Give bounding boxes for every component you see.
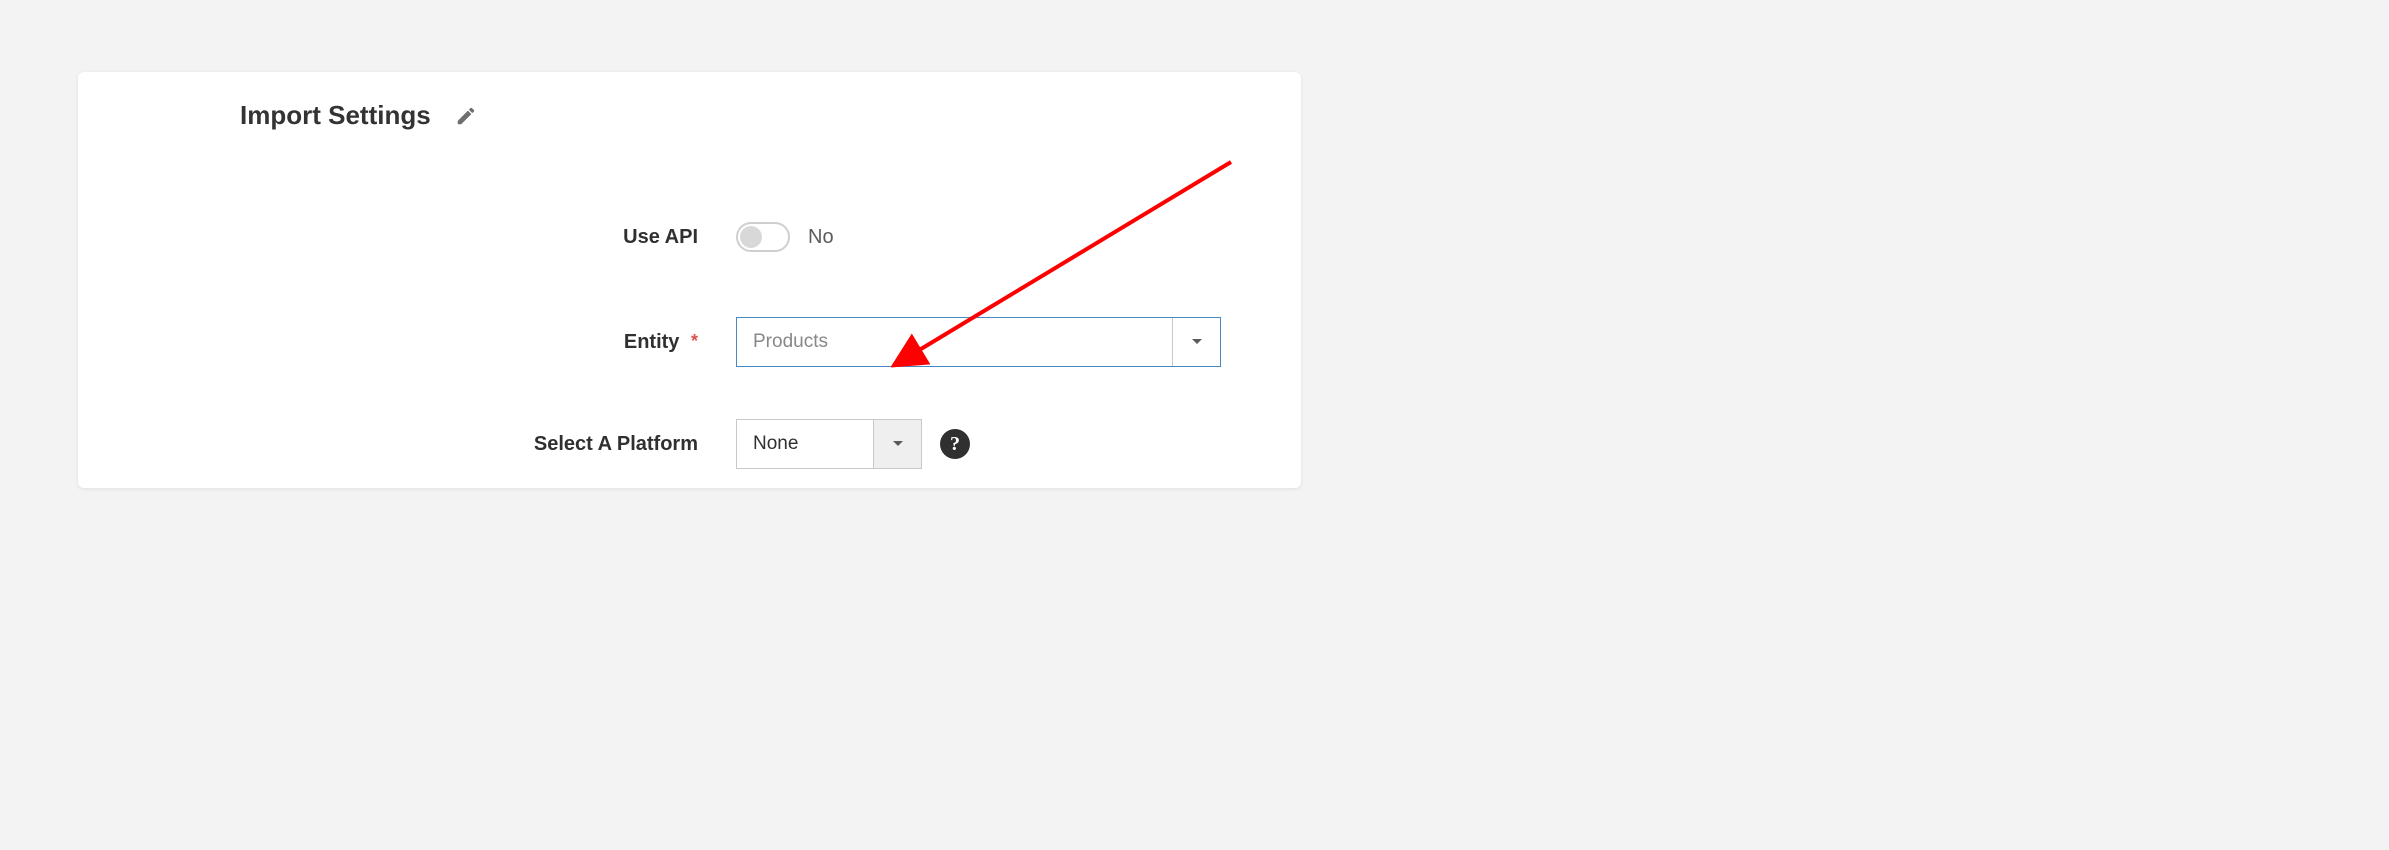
panel-title: Import Settings: [240, 100, 431, 131]
entity-label: Entity *: [78, 331, 736, 354]
platform-select[interactable]: None: [736, 419, 922, 469]
import-settings-panel: Import Settings Use API No Entity * Prod: [78, 72, 1301, 488]
use-api-label: Use API: [78, 226, 736, 249]
entity-label-text: Entity: [624, 331, 680, 353]
platform-select-button[interactable]: [873, 420, 921, 468]
panel-header: Import Settings: [78, 72, 1301, 131]
use-api-row: Use API No: [78, 222, 1301, 252]
required-marker: *: [691, 331, 698, 351]
toggle-knob: [740, 226, 762, 248]
toggle-track: [736, 222, 790, 252]
entity-select-value: Products: [737, 318, 1172, 366]
platform-label: Select A Platform: [78, 433, 736, 456]
use-api-value: No: [808, 226, 834, 249]
use-api-toggle[interactable]: No: [736, 222, 834, 252]
entity-row: Entity * Products: [78, 317, 1301, 367]
edit-icon[interactable]: [455, 105, 477, 127]
chevron-down-icon: [892, 440, 904, 448]
platform-row: Select A Platform None ?: [78, 419, 1301, 469]
entity-select-button[interactable]: [1172, 318, 1220, 366]
help-icon-glyph: ?: [950, 433, 960, 456]
platform-select-value: None: [737, 420, 873, 468]
help-icon[interactable]: ?: [940, 429, 970, 459]
entity-select[interactable]: Products: [736, 317, 1221, 367]
chevron-down-icon: [1191, 338, 1203, 346]
